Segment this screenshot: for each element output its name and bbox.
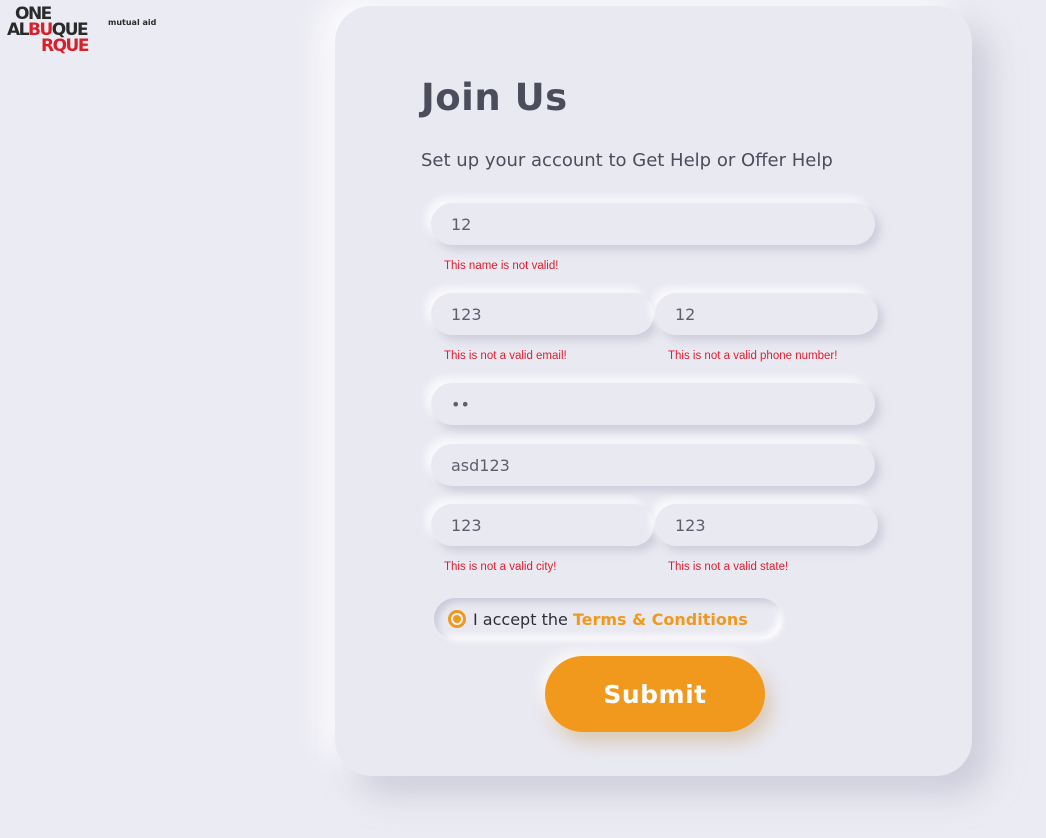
state-error: This is not a valid state!	[668, 561, 789, 573]
name-input[interactable]	[451, 214, 855, 234]
submit-button[interactable]: Submit	[545, 656, 765, 732]
city-field-wrapper	[431, 504, 654, 546]
terms-radio-icon[interactable]	[448, 610, 466, 628]
signup-card: Join Us Set up your account to Get Help …	[335, 6, 972, 776]
name-field-wrapper	[431, 203, 875, 245]
password-field-wrapper	[431, 383, 875, 425]
address-input[interactable]	[451, 455, 855, 475]
state-field-wrapper	[655, 504, 878, 546]
email-error: This is not a valid email!	[444, 350, 567, 362]
logo-line-2-prefix: AL	[7, 20, 30, 40]
terms-toggle[interactable]: I accept the Terms & Conditions	[434, 598, 782, 640]
logo-line-3: RQUE	[41, 36, 89, 56]
address-field-wrapper	[431, 444, 875, 486]
page-title: Join Us	[421, 76, 568, 119]
terms-prefix: I accept the	[473, 609, 568, 629]
phone-input[interactable]	[675, 304, 858, 324]
name-error: This name is not valid!	[444, 260, 559, 272]
city-input[interactable]	[451, 515, 634, 535]
terms-link[interactable]: Terms & Conditions	[573, 610, 748, 629]
logo[interactable]: ONE ALBUQUE RQUE mutual aid	[7, 6, 177, 58]
radio-dot	[453, 615, 461, 623]
phone-field-wrapper	[655, 293, 878, 335]
page-subtitle: Set up your account to Get Help or Offer…	[421, 150, 833, 171]
city-error: This is not a valid city!	[444, 561, 557, 573]
state-input[interactable]	[675, 515, 858, 535]
logo-tagline: mutual aid	[108, 18, 157, 27]
phone-error: This is not a valid phone number!	[668, 350, 838, 362]
email-input[interactable]	[451, 304, 634, 324]
page: ONE ALBUQUE RQUE mutual aid Join Us Set …	[0, 0, 1046, 838]
email-field-wrapper	[431, 293, 654, 335]
password-input[interactable]	[451, 394, 855, 414]
